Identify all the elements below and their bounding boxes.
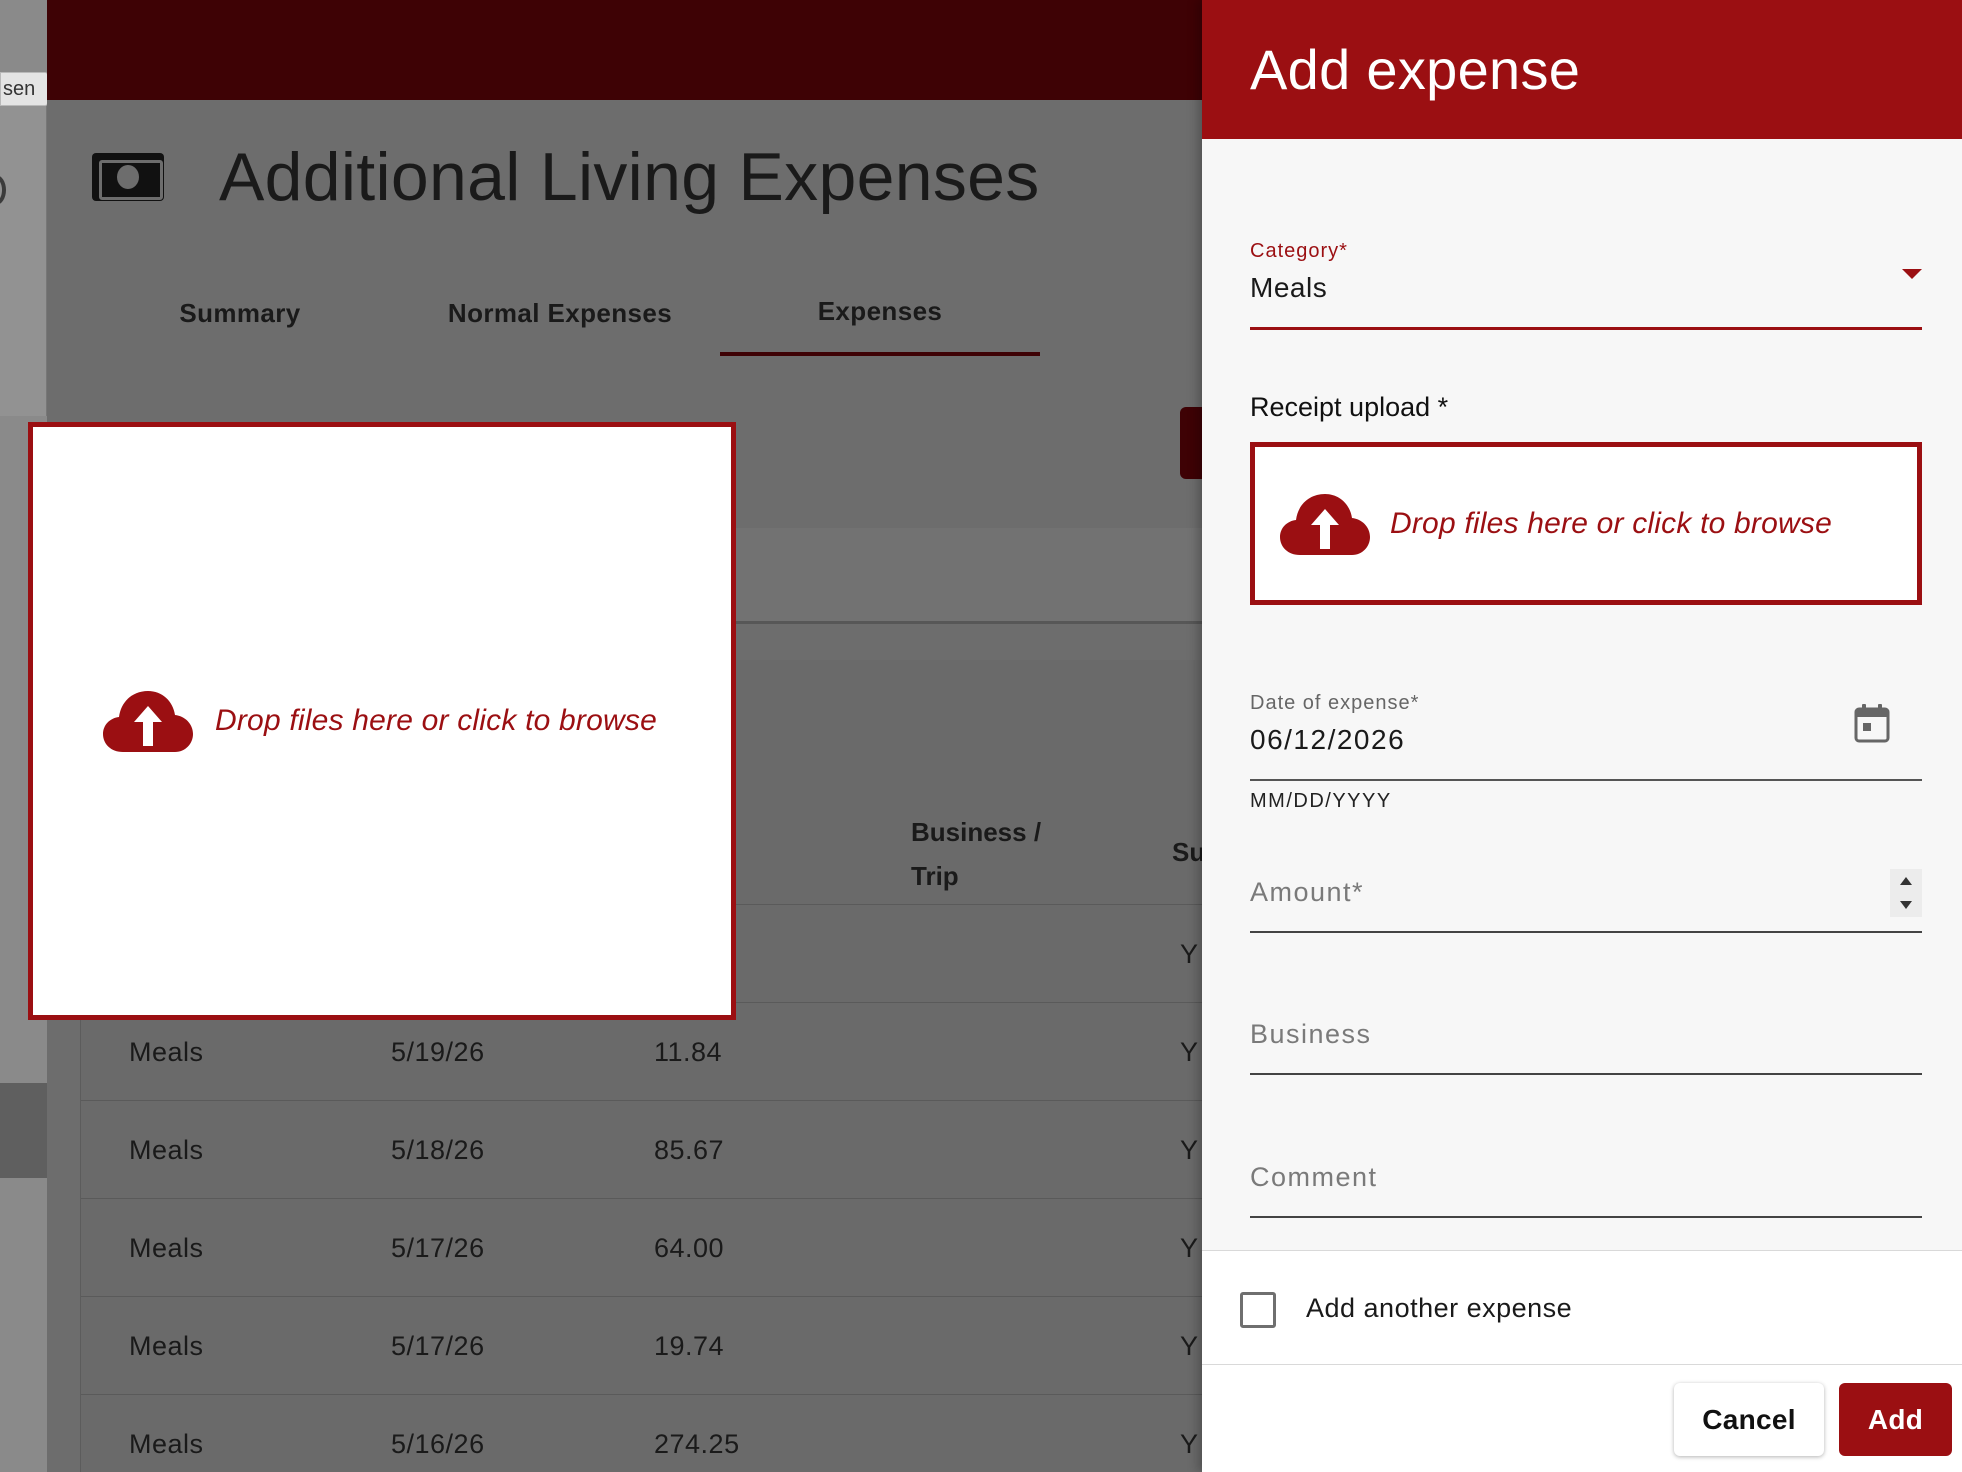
amount-stepper[interactable] [1890,869,1922,917]
add-another-row: Add another expense [1202,1251,1962,1364]
cancel-button[interactable]: Cancel [1674,1383,1824,1456]
cell-amount: 64.00 [654,1233,725,1263]
cell-submitted: Y [1180,1429,1199,1459]
cell-date: 5/17/26 [391,1233,485,1263]
date-value: 06/12/2026 [1250,724,1406,755]
cell-amount: 274.25 [654,1429,740,1459]
category-value: Meals [1250,272,1328,303]
tab-normal-expenses[interactable]: Normal Expenses [400,270,720,356]
stepper-up-icon[interactable] [1900,877,1912,885]
category-underline [1250,327,1922,330]
tab-expenses[interactable]: Expenses [720,270,1040,356]
tooltip: sen [0,72,49,106]
amount-input[interactable] [1250,853,1922,933]
page-header: Additional Living Expenses [92,130,1040,224]
drawer-title: Add expense [1250,38,1581,101]
category-select[interactable] [1250,230,1922,330]
tab-summary[interactable]: Summary [80,270,400,356]
receipt-dropzone-text: Drop files here or click to browse [1390,506,1832,540]
date-underline [1250,779,1922,781]
cell-date: 5/18/26 [391,1135,485,1165]
cell-category: Meals [129,1135,204,1165]
cell-category: Meals [129,1429,204,1459]
category-label: Category* [1250,240,1348,262]
cash-icon [92,153,164,201]
add-another-label: Add another expense [1306,1293,1573,1323]
stepper-down-icon[interactable] [1900,901,1912,909]
add-button[interactable]: Add [1839,1383,1952,1456]
cloud-upload-icon [1280,493,1370,555]
cell-amount: 19.74 [654,1331,725,1361]
left-rail-selected-item [0,1083,47,1178]
cell-date: 5/17/26 [391,1331,485,1361]
receipt-upload-label: Receipt upload * [1250,392,1449,422]
business-input[interactable] [1250,995,1922,1075]
calendar-icon[interactable] [1854,703,1890,743]
file-dropzone-overlay[interactable]: Drop files here or click to browse [28,422,736,1020]
tab-bar: Summary Normal Expenses Expenses [80,270,1040,356]
table-row: Meals 5/17/26 19.74 Y [81,1296,1211,1394]
cell-category: Meals [129,1331,204,1361]
receipt-dropzone[interactable]: Drop files here or click to browse [1250,442,1922,605]
date-label: Date of expense* [1250,692,1420,714]
comment-input[interactable] [1250,1138,1922,1218]
drawer-header: Add expense [1202,0,1962,139]
dropzone-text: Drop files here or click to browse [215,704,657,737]
table-row: Meals 5/17/26 64.00 Y [81,1198,1211,1296]
cell-submitted: Y [1180,1331,1199,1361]
cell-submitted: Y [1180,939,1199,969]
table-row: Meals 5/18/26 85.67 Y [81,1100,1211,1198]
date-format-hint: MM/DD/YYYY [1250,790,1392,812]
drawer-footer: Cancel Add [1202,1365,1962,1472]
cell-submitted: Y [1180,1037,1199,1067]
left-rail-panel [0,100,47,416]
page-title: Additional Living Expenses [219,139,1040,215]
cell-submitted: Y [1180,1135,1199,1165]
add-expense-drawer: Add expense Category* Meals Receipt uplo… [1202,0,1962,1472]
add-another-checkbox[interactable] [1240,1292,1276,1328]
cell-submitted: Y [1180,1233,1199,1263]
cloud-upload-icon [103,691,193,752]
column-header-submitted: Su [1172,837,1206,867]
cell-category: Meals [129,1233,204,1263]
cell-date: 5/16/26 [391,1429,485,1459]
cell-amount: 85.67 [654,1135,725,1165]
dropdown-arrow-icon[interactable] [1902,269,1922,279]
table-row: Meals 5/16/26 274.25 Y [81,1394,1211,1472]
column-header-business-trip: Business / Trip [911,817,1042,891]
